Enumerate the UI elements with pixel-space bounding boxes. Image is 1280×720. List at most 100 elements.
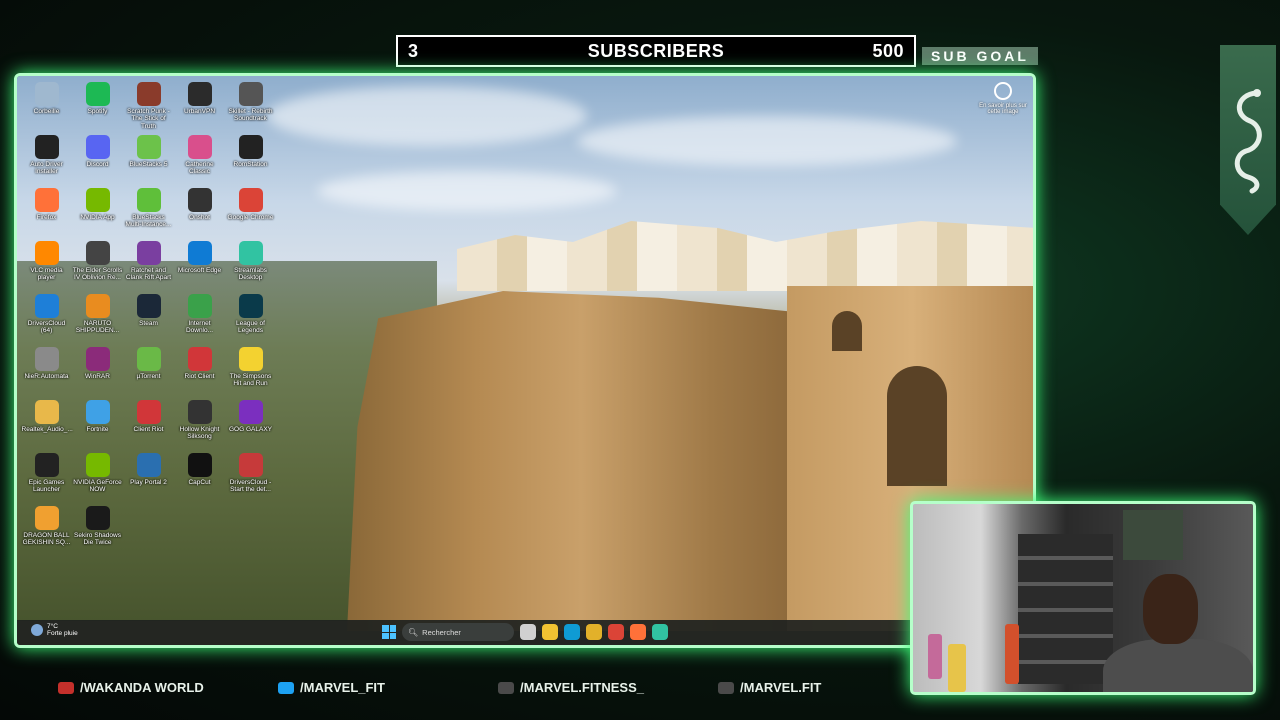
- desktop-icon[interactable]: Auto Driver Installer: [21, 131, 72, 184]
- music-icon: [238, 82, 263, 106]
- webcam-feed: [910, 501, 1256, 695]
- desktop-icon[interactable]: Realtek_Audio_...: [21, 396, 73, 449]
- desktop-icon[interactable]: Epic Games Launcher: [21, 449, 72, 502]
- desktop-icon-label: Riot Client: [184, 373, 215, 380]
- desktop-icon[interactable]: The Elder Scrolls IV Oblivion Re...: [72, 237, 123, 290]
- desktop-icon-label: DRAGON BALL GEKISHIN SQ...: [22, 532, 71, 547]
- desktop-icon-label: Realtek_Audio_...: [21, 426, 73, 433]
- desktop-icon[interactable]: NVIDIA GeForce NOW: [72, 449, 123, 502]
- desktop-icon[interactable]: Ratchet and Clank Rift Apart: [123, 237, 174, 290]
- bluestacks-icon: [136, 135, 161, 159]
- search-icon: 🔍︎: [408, 627, 419, 637]
- geforce-now-icon: [85, 453, 110, 477]
- desktop-icon-label: NVIDIA GeForce NOW: [73, 479, 122, 494]
- desktop-icon[interactable]: NVIDIA App: [72, 184, 123, 237]
- desktop-icon[interactable]: The Simpsons Hit and Run: [225, 343, 276, 396]
- taskbar-search[interactable]: 🔍︎ Rechercher: [402, 623, 514, 641]
- bluestacks-multi-icon: [136, 188, 161, 212]
- desktop-icon[interactable]: RomStation: [225, 131, 276, 184]
- nvidia-icon: [85, 188, 110, 212]
- social-handle: /MARVEL.FIT: [740, 680, 822, 695]
- desktop-icon-label: Google Chrome: [227, 214, 274, 221]
- desktop-icon[interactable]: Microsoft Edge: [174, 237, 225, 290]
- instagram-icon: [498, 681, 514, 694]
- spotlight-widget[interactable]: En savoir plus sur cette image: [977, 82, 1029, 115]
- desktop-icon-label: Client Riot: [133, 426, 164, 433]
- store-icon[interactable]: [586, 624, 602, 640]
- desktop-icon-label: Catherine Classic: [185, 161, 214, 176]
- desktop-icon[interactable]: DRAGON BALL GEKISHIN SQ...: [21, 502, 72, 555]
- desktop-icon[interactable]: NARUTO SHIPPUDEN...: [72, 290, 123, 343]
- desktop-icon[interactable]: DriversCloud - Start the det...: [225, 449, 276, 502]
- romstation-icon: [238, 135, 263, 159]
- desktop-icon[interactable]: UrbanVPN: [174, 78, 225, 131]
- weather-widget[interactable]: 7°C Forte pluie: [31, 623, 78, 637]
- game-icon: [136, 82, 161, 106]
- nier-icon: [34, 347, 59, 371]
- desktop-icon[interactable]: Steam: [123, 290, 174, 343]
- taskbar: 7°C Forte pluie 🔍︎ Rechercher: [17, 620, 1033, 645]
- desktop-icon-label: Streamlabs Desktop: [234, 267, 267, 282]
- desktop-icon[interactable]: League of Legends: [225, 290, 276, 343]
- desktop-icon-label: Epic Games Launcher: [28, 479, 65, 494]
- recycle-bin-icon: [34, 82, 59, 106]
- desktop-icon[interactable]: CapCut: [174, 449, 225, 502]
- desktop-icon-label: VLC media player: [30, 267, 63, 282]
- desktop-icon[interactable]: VLC media player: [21, 237, 72, 290]
- desktop-icon-label: Firefox: [36, 214, 57, 221]
- desktop-icon[interactable]: Client Riot: [123, 396, 174, 449]
- desktop-icon-grid: Corbeille Spotify Scratch Punk - The Stick…: [21, 78, 281, 555]
- desktop-icon[interactable]: Skillet - Rebirth Soundtrack: [225, 78, 276, 131]
- desktop-icon-label: NieR:Automata: [24, 373, 69, 380]
- desktop-icon[interactable]: Onshot: [174, 184, 225, 237]
- social-links: /WAKANDA WORLD/MARVEL_FIT/MARVEL.FITNESS…: [0, 676, 1280, 700]
- desktop-icon[interactable]: Spotify: [72, 78, 123, 131]
- capcut-icon: [187, 453, 212, 477]
- desktop-icon[interactable]: Riot Client: [174, 343, 225, 396]
- ratchet-icon: [136, 241, 161, 265]
- desktop-icon[interactable]: BlueStacks 5: [123, 131, 174, 184]
- sub-goal-bar: 3 SUBSCRIBERS 500: [396, 35, 916, 67]
- desktop-icon[interactable]: Firefox: [21, 184, 72, 237]
- onshot-icon: [187, 188, 212, 212]
- desktop-icon[interactable]: DriversCloud (64): [21, 290, 72, 343]
- firefox-icon: [34, 188, 59, 212]
- streamlabs-icon[interactable]: [652, 624, 668, 640]
- desktop-icon[interactable]: Scratch Punk - The Stick of Truth: [123, 78, 174, 131]
- desktop-icon[interactable]: WinRAR: [72, 343, 123, 396]
- task-view-icon[interactable]: [520, 624, 536, 640]
- desktop-icon[interactable]: Fortnite: [72, 396, 123, 449]
- desktop-icon[interactable]: Streamlabs Desktop: [225, 237, 276, 290]
- desktop-icon[interactable]: BlueStacks Multi-Instance...: [123, 184, 174, 237]
- desktop-icon[interactable]: Corbeille: [21, 78, 72, 131]
- rain-cloud-icon: [31, 624, 43, 637]
- idm-icon: [187, 294, 212, 318]
- chrome-icon[interactable]: [608, 624, 624, 640]
- desktop-icon-label: UrbanVPN: [183, 108, 216, 115]
- desktop-icon[interactable]: Sekiro Shadows Die Twice: [72, 502, 123, 555]
- edge-icon[interactable]: [564, 624, 580, 640]
- desktop-icon[interactable]: Google Chrome: [225, 184, 276, 237]
- streamlabs-icon: [238, 241, 263, 265]
- search-placeholder: Rechercher: [422, 627, 461, 637]
- desktop-icon-label: The Elder Scrolls IV Oblivion Re...: [72, 267, 123, 282]
- oblivion-icon: [85, 241, 110, 265]
- desktop-icon[interactable]: GOG GALAXY: [225, 396, 276, 449]
- firefox-icon[interactable]: [630, 624, 646, 640]
- desktop-icon[interactable]: Hollow Knight Silksong: [174, 396, 225, 449]
- desktop-icon[interactable]: NieR:Automata: [21, 343, 72, 396]
- dragonball-icon: [34, 506, 59, 530]
- riot-icon: [187, 347, 212, 371]
- start-button[interactable]: [382, 625, 396, 639]
- desktop-icon[interactable]: Discord: [72, 131, 123, 184]
- desktop-icon[interactable]: µTorrent: [123, 343, 174, 396]
- desktop-icon[interactable]: Internet Downlo...: [174, 290, 225, 343]
- sub-goal-title: SUBSCRIBERS: [587, 40, 725, 61]
- gog-icon: [238, 400, 263, 424]
- file-explorer-icon[interactable]: [542, 624, 558, 640]
- desktop-icon-label: Steam: [139, 320, 158, 327]
- riot-client-icon: [136, 400, 161, 424]
- desktop-icon[interactable]: Catherine Classic: [174, 131, 225, 184]
- desktop-icon[interactable]: Play Portal 2: [123, 449, 174, 502]
- silksong-icon: [187, 400, 212, 424]
